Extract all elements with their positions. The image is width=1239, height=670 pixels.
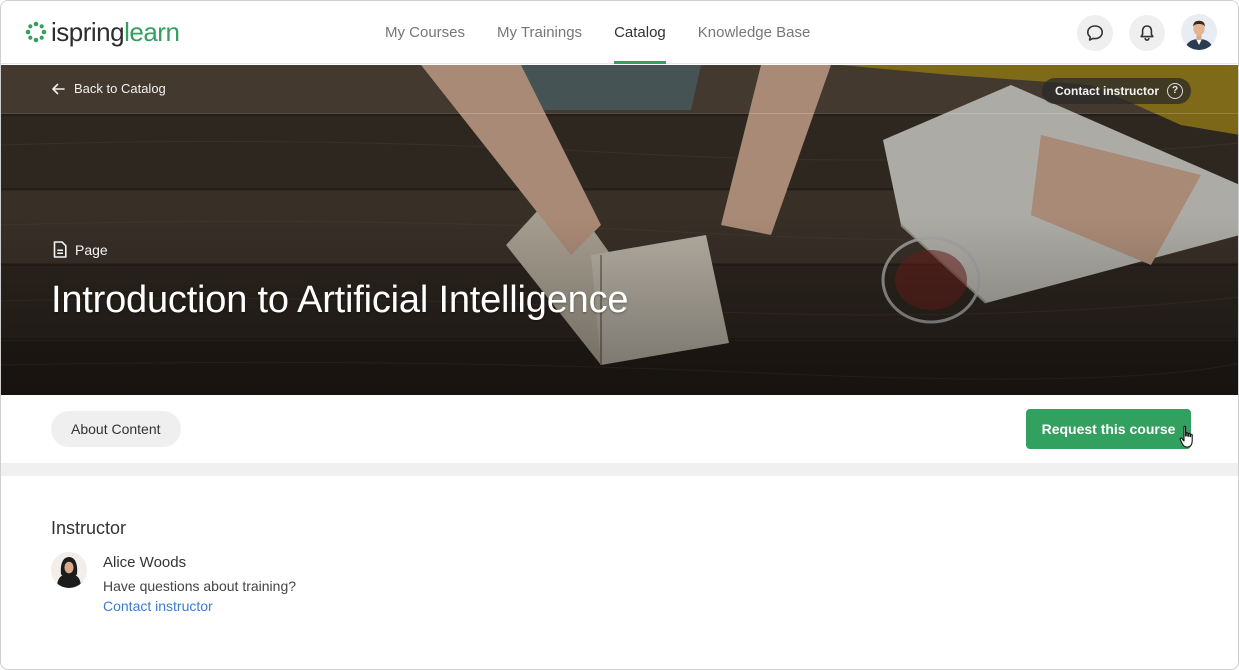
instructor-name: Alice Woods [103, 554, 187, 571]
bell-icon [1140, 25, 1154, 41]
top-navigation-bar: ispringlearn My Courses My Trainings Cat… [1, 1, 1238, 64]
contact-instructor-chip[interactable]: Contact instructor ? [1042, 78, 1192, 104]
nav-catalog[interactable]: Catalog [614, 1, 666, 64]
hero-background-image [1, 65, 1238, 395]
content-type-text: Page [75, 241, 108, 258]
content-tab-bar: About Content Request this course [1, 395, 1238, 463]
app-window: ispringlearn My Courses My Trainings Cat… [0, 0, 1239, 670]
hand-pointer-cursor-icon [1179, 425, 1193, 448]
contact-instructor-link[interactable]: Contact instructor [103, 598, 213, 614]
logo[interactable]: ispringlearn [25, 17, 180, 47]
course-hero-banner: Back to Catalog Contact instructor ? Pag… [1, 65, 1238, 395]
instructor-avatar [51, 552, 87, 588]
logo-text: ispringlearn [51, 17, 180, 47]
nav-my-trainings[interactable]: My Trainings [497, 1, 582, 64]
main-nav: My Courses My Trainings Catalog Knowledg… [385, 1, 810, 64]
back-to-catalog-label: Back to Catalog [74, 81, 166, 96]
help-icon: ? [1167, 83, 1184, 99]
nav-knowledge-base[interactable]: Knowledge Base [698, 1, 811, 64]
hero-divider [1, 113, 1238, 114]
tab-about-content[interactable]: About Content [51, 411, 181, 447]
chat-icon [1087, 25, 1103, 41]
logo-text-part2: learn [124, 17, 180, 47]
instructor-question-text: Have questions about training? [103, 578, 297, 594]
instructor-avatar-image [51, 552, 87, 588]
page-document-icon [53, 241, 67, 258]
user-avatar[interactable] [1181, 14, 1217, 50]
section-separator [1, 463, 1238, 476]
back-to-catalog-link[interactable]: Back to Catalog [51, 81, 166, 96]
user-avatar-image [1181, 14, 1217, 50]
contact-instructor-chip-label: Contact instructor [1055, 84, 1160, 98]
instructor-section-title: Instructor [51, 518, 127, 538]
course-title: Introduction to Artificial Intelligence [51, 279, 629, 321]
ispring-logo-icon [25, 21, 47, 43]
arrow-left-icon [52, 83, 65, 94]
nav-my-courses[interactable]: My Courses [385, 1, 465, 64]
notifications-button[interactable] [1129, 15, 1165, 51]
logo-text-part1: ispring [51, 17, 125, 47]
request-course-button[interactable]: Request this course [1026, 409, 1191, 449]
content-type-label: Page [53, 241, 108, 258]
chat-button[interactable] [1077, 15, 1113, 51]
